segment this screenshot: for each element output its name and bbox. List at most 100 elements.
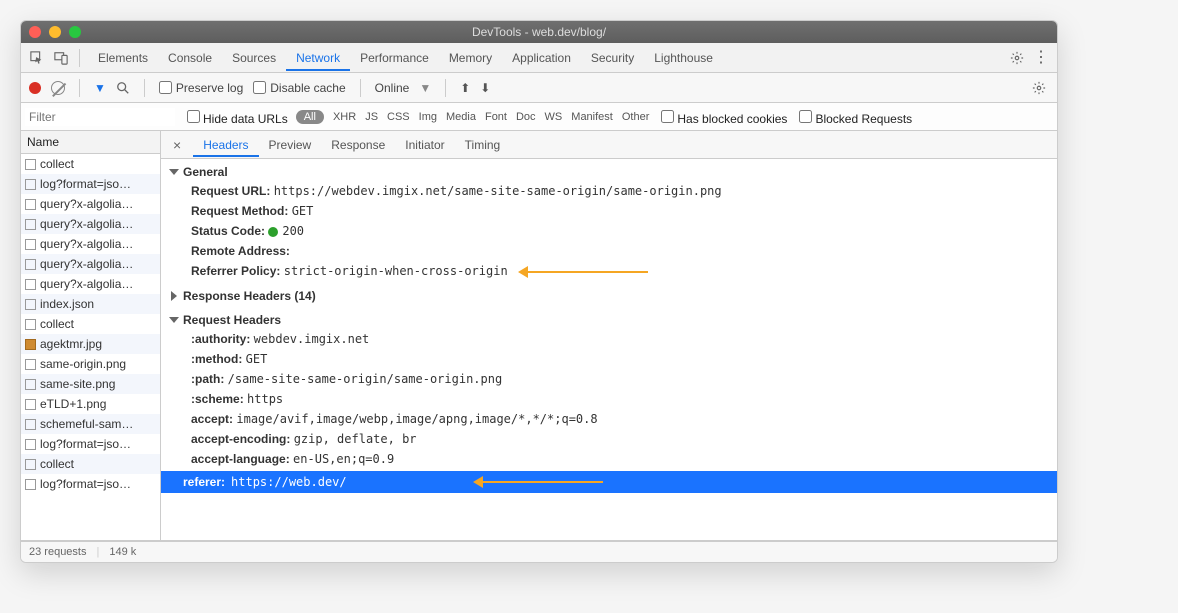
request-row[interactable]: same-site.png bbox=[21, 374, 160, 394]
blocked-requests-checkbox[interactable]: Blocked Requests bbox=[795, 107, 912, 126]
request-name: log?format=jso… bbox=[40, 177, 131, 191]
tab-sources[interactable]: Sources bbox=[222, 45, 286, 71]
tab-security[interactable]: Security bbox=[581, 45, 644, 71]
path-value: /same-site-same-origin/same-origin.png bbox=[228, 372, 503, 386]
request-row[interactable]: same-origin.png bbox=[21, 354, 160, 374]
has-blocked-cookies-checkbox[interactable]: Has blocked cookies bbox=[657, 107, 787, 126]
detail-tab-headers[interactable]: Headers bbox=[193, 133, 258, 157]
blocked-requests-label: Blocked Requests bbox=[815, 112, 912, 126]
request-url-label: Request URL: bbox=[191, 184, 270, 198]
method-value: GET bbox=[246, 352, 268, 366]
request-name: index.json bbox=[40, 297, 94, 311]
status-ok-icon bbox=[268, 227, 278, 237]
detail-tab-preview[interactable]: Preview bbox=[259, 133, 322, 157]
type-filter-manifest[interactable]: Manifest bbox=[571, 111, 613, 123]
headers-panel: General Request URL: https://webdev.imgi… bbox=[161, 159, 1057, 540]
file-icon bbox=[25, 479, 36, 490]
network-settings-icon[interactable] bbox=[1029, 78, 1049, 98]
type-filter-img[interactable]: Img bbox=[419, 111, 437, 123]
request-name: query?x-algolia… bbox=[40, 277, 133, 291]
request-name: query?x-algolia… bbox=[40, 237, 133, 251]
request-row[interactable]: log?format=jso… bbox=[21, 434, 160, 454]
preserve-log-label: Preserve log bbox=[176, 81, 243, 95]
request-row[interactable]: agektmr.jpg bbox=[21, 334, 160, 354]
disable-cache-checkbox[interactable]: Disable cache bbox=[253, 81, 345, 95]
request-row[interactable]: log?format=jso… bbox=[21, 174, 160, 194]
request-row[interactable]: query?x-algolia… bbox=[21, 274, 160, 294]
filter-input[interactable] bbox=[25, 108, 175, 126]
type-filter-all[interactable]: All bbox=[296, 110, 324, 124]
throttling-chevron-icon[interactable]: ▼ bbox=[419, 81, 431, 95]
request-row[interactable]: query?x-algolia… bbox=[21, 194, 160, 214]
request-headers-toggle[interactable]: Request Headers bbox=[169, 311, 1049, 329]
type-filter-js[interactable]: JS bbox=[365, 111, 378, 123]
divider bbox=[79, 49, 80, 67]
general-section-toggle[interactable]: General bbox=[169, 163, 1049, 181]
tab-performance[interactable]: Performance bbox=[350, 45, 439, 71]
referrer-policy-label: Referrer Policy: bbox=[191, 264, 280, 278]
settings-icon[interactable] bbox=[1007, 48, 1027, 68]
close-window-button[interactable] bbox=[29, 26, 41, 38]
tab-network[interactable]: Network bbox=[286, 45, 350, 71]
record-button[interactable] bbox=[29, 82, 41, 94]
window-title: DevTools - web.dev/blog/ bbox=[21, 25, 1057, 39]
filter-toggle-icon[interactable]: ▼ bbox=[94, 81, 106, 95]
download-icon[interactable]: ⬇ bbox=[480, 81, 490, 95]
filter-bar: Hide data URLs All XHR JS CSS Img Media Font Do… bbox=[21, 103, 1057, 131]
request-row[interactable]: query?x-algolia… bbox=[21, 234, 160, 254]
preserve-log-checkbox[interactable]: Preserve log bbox=[159, 81, 243, 95]
minimize-window-button[interactable] bbox=[49, 26, 61, 38]
devtools-tabs: ElementsConsoleSourcesNetworkPerformance… bbox=[21, 43, 1057, 73]
type-filter-doc[interactable]: Doc bbox=[516, 111, 536, 123]
type-filter-font[interactable]: Font bbox=[485, 111, 507, 123]
type-filter-other[interactable]: Other bbox=[622, 111, 650, 123]
referer-label: referer: bbox=[183, 475, 225, 489]
tab-memory[interactable]: Memory bbox=[439, 45, 502, 71]
request-row[interactable]: log?format=jso… bbox=[21, 474, 160, 494]
file-icon bbox=[25, 359, 36, 370]
file-icon bbox=[25, 439, 36, 450]
request-row[interactable]: query?x-algolia… bbox=[21, 214, 160, 234]
tab-application[interactable]: Application bbox=[502, 45, 581, 71]
name-column-header[interactable]: Name bbox=[21, 131, 160, 154]
throttling-select[interactable]: Online bbox=[375, 81, 410, 95]
tab-lighthouse[interactable]: Lighthouse bbox=[644, 45, 723, 71]
file-icon bbox=[25, 379, 36, 390]
request-row[interactable]: collect bbox=[21, 314, 160, 334]
request-name: query?x-algolia… bbox=[40, 197, 133, 211]
detail-tab-timing[interactable]: Timing bbox=[455, 133, 511, 157]
request-row[interactable]: query?x-algolia… bbox=[21, 254, 160, 274]
device-toggle-icon[interactable] bbox=[51, 48, 71, 68]
request-row[interactable]: schemeful-sam… bbox=[21, 414, 160, 434]
search-icon[interactable] bbox=[116, 81, 130, 95]
clear-button[interactable] bbox=[51, 81, 65, 95]
request-row[interactable]: index.json bbox=[21, 294, 160, 314]
request-row[interactable]: collect bbox=[21, 454, 160, 474]
transferred-size: 149 k bbox=[109, 546, 136, 558]
type-filter-xhr[interactable]: XHR bbox=[333, 111, 356, 123]
detail-tab-response[interactable]: Response bbox=[321, 133, 395, 157]
close-detail-icon[interactable]: × bbox=[165, 137, 189, 153]
request-row[interactable]: eTLD+1.png bbox=[21, 394, 160, 414]
more-icon[interactable]: ⋮ bbox=[1031, 48, 1051, 68]
inspect-icon[interactable] bbox=[27, 48, 47, 68]
request-name: log?format=jso… bbox=[40, 477, 131, 491]
request-row[interactable]: collect bbox=[21, 154, 160, 174]
remote-address-label: Remote Address: bbox=[191, 244, 290, 258]
disclosure-triangle-icon bbox=[169, 317, 179, 323]
detail-tab-initiator[interactable]: Initiator bbox=[395, 133, 454, 157]
request-name: log?format=jso… bbox=[40, 437, 131, 451]
type-filter-media[interactable]: Media bbox=[446, 111, 476, 123]
tab-elements[interactable]: Elements bbox=[88, 45, 158, 71]
type-filter-css[interactable]: CSS bbox=[387, 111, 410, 123]
request-method-value: GET bbox=[292, 204, 314, 218]
zoom-window-button[interactable] bbox=[69, 26, 81, 38]
hide-data-urls-checkbox[interactable]: Hide data URLs bbox=[183, 107, 288, 126]
file-icon bbox=[25, 219, 36, 230]
has-blocked-cookies-label: Has blocked cookies bbox=[677, 112, 787, 126]
type-filter-ws[interactable]: WS bbox=[545, 111, 563, 123]
tab-console[interactable]: Console bbox=[158, 45, 222, 71]
response-headers-toggle[interactable]: Response Headers (14) bbox=[169, 287, 1049, 305]
upload-icon[interactable]: ⬆ bbox=[460, 81, 470, 95]
request-name: collect bbox=[40, 317, 74, 331]
